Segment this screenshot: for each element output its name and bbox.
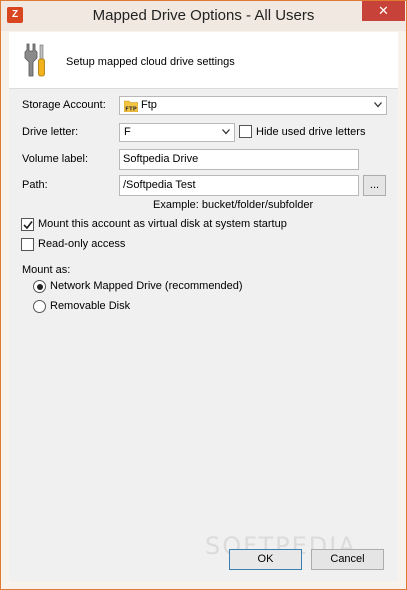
network-mapped-drive-radio[interactable] <box>33 280 46 293</box>
volume-label-label: Volume label: <box>22 153 89 165</box>
storage-account-value: Ftp <box>141 99 157 111</box>
drive-letter-select[interactable]: F <box>119 123 235 142</box>
close-button[interactable]: ✕ <box>362 1 405 21</box>
tools-icon <box>24 43 45 77</box>
volume-label-value: Softpedia Drive <box>123 153 199 165</box>
network-mapped-drive-label[interactable]: Network Mapped Drive (recommended) <box>50 280 243 292</box>
chevron-down-icon <box>374 102 382 108</box>
hide-used-label[interactable]: Hide used drive letters <box>256 126 365 138</box>
header-description: Setup mapped cloud drive settings <box>66 56 235 68</box>
mount-as-label: Mount as: <box>22 264 71 276</box>
svg-text:FTP: FTP <box>125 107 137 113</box>
path-value: /Softpedia Test <box>123 179 196 191</box>
storage-account-label: Storage Account: <box>22 99 106 111</box>
dialog-window: Z Mapped Drive Options - All Users ✕ Set… <box>0 0 407 590</box>
drive-letter-value: F <box>124 126 131 138</box>
path-input[interactable]: /Softpedia Test <box>119 175 359 196</box>
browse-button[interactable]: ... <box>363 175 386 196</box>
path-example: Example: bucket/folder/subfolder <box>153 199 314 211</box>
window-title: Mapped Drive Options - All Users <box>92 7 315 24</box>
removable-disk-radio[interactable] <box>33 300 46 313</box>
hide-used-checkbox[interactable] <box>239 125 252 138</box>
chevron-down-icon <box>222 129 230 135</box>
cancel-button[interactable]: Cancel <box>311 549 384 570</box>
ok-button[interactable]: OK <box>229 549 302 570</box>
mount-at-startup-label[interactable]: Mount this account as virtual disk at sy… <box>38 218 287 230</box>
removable-disk-label[interactable]: Removable Disk <box>50 300 130 312</box>
read-only-checkbox[interactable] <box>21 238 34 251</box>
header-band: Setup mapped cloud drive settings <box>9 32 398 89</box>
ftp-folder-icon: FTP <box>124 100 138 113</box>
title-bar[interactable]: Z Mapped Drive Options - All Users ✕ <box>1 1 406 31</box>
path-label: Path: <box>22 179 48 191</box>
mount-at-startup-checkbox[interactable] <box>21 218 34 231</box>
checkmark-icon <box>23 221 33 230</box>
radio-selected-dot <box>36 283 43 290</box>
read-only-label[interactable]: Read-only access <box>38 238 125 250</box>
volume-label-input[interactable]: Softpedia Drive <box>119 149 359 170</box>
storage-account-select[interactable]: FTP Ftp <box>119 96 387 115</box>
dialog-body: Setup mapped cloud drive settings Storag… <box>9 32 398 581</box>
drive-letter-label: Drive letter: <box>22 126 79 138</box>
